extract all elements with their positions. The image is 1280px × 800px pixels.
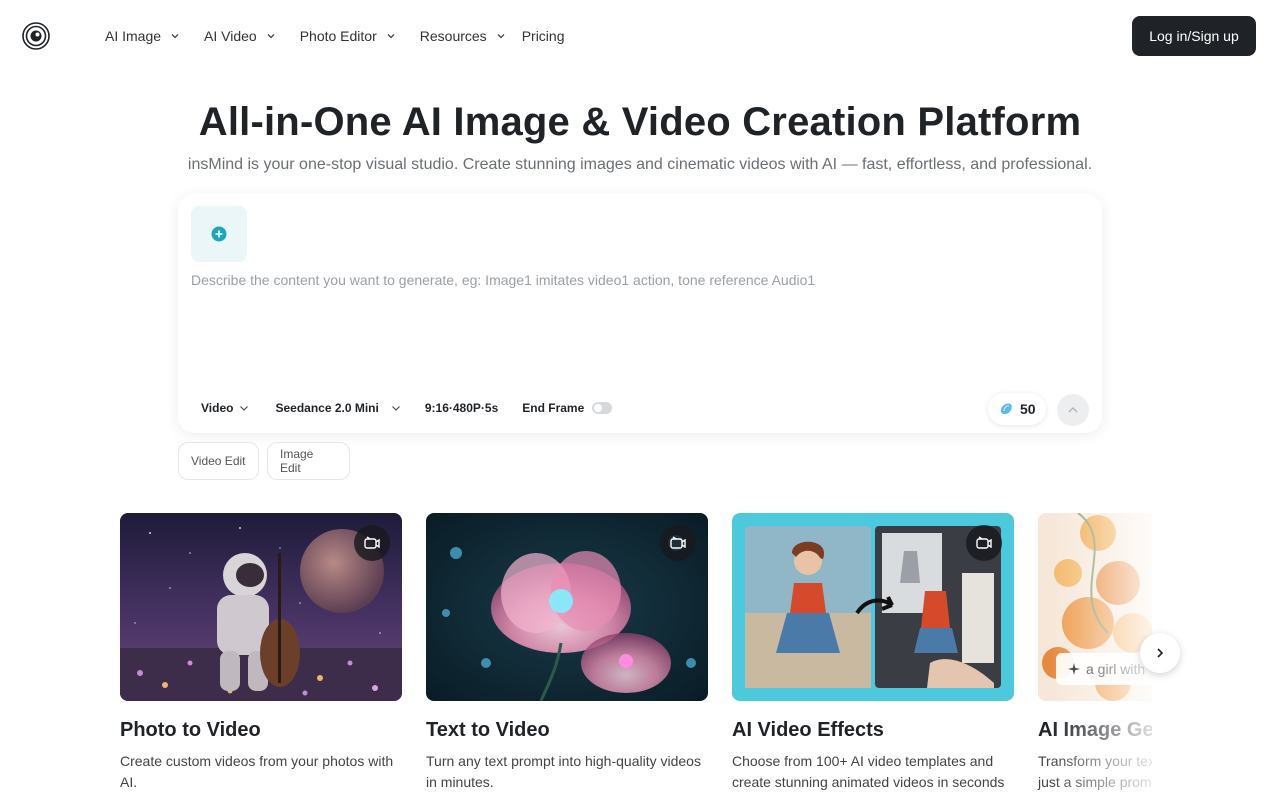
card-title: Photo to Video <box>120 719 261 741</box>
settings-label: 9:16·480P·5s <box>424 401 499 415</box>
card-title: AI Video Effects <box>732 719 884 741</box>
chevron-down-icon <box>240 406 249 411</box>
nav-label: AI Video <box>204 28 257 44</box>
mode-label: Video <box>201 401 234 415</box>
card-description: Transform your text into stunning images… <box>1038 753 1152 790</box>
nav-label: Pricing <box>521 28 565 44</box>
credit-gem-icon <box>1000 403 1012 415</box>
video-badge <box>354 525 390 561</box>
video-clip-icon <box>670 536 686 549</box>
card-title: AI Image Generator <box>1038 719 1152 741</box>
video-badge <box>660 525 696 561</box>
card-ai-image-generator[interactable]: a girl with AI Image Generator Transform… <box>1038 513 1152 800</box>
nav-label: Photo Editor <box>299 28 377 44</box>
prompt-card: Video Seedance 2.0 Mini 9:16·480P·5s End… <box>178 194 1102 433</box>
page-title: All-in-One AI Image & Video Creation Pla… <box>198 100 1082 144</box>
nav-label: Resources <box>419 28 487 44</box>
sample-prompt-text: a girl with <box>1086 661 1146 677</box>
sample-prompt-pill: a girl with <box>1056 653 1152 685</box>
chevron-down-icon <box>391 406 400 411</box>
upload-media-button[interactable] <box>191 206 247 262</box>
mode-select[interactable]: Video <box>201 401 249 415</box>
video-badge <box>966 525 1002 561</box>
nav-pricing[interactable]: Pricing <box>522 28 565 44</box>
nav-resources[interactable]: Resources <box>420 28 506 44</box>
plus-circle-icon <box>211 226 227 242</box>
end-frame-toggle[interactable] <box>592 402 613 414</box>
model-select[interactable]: Seedance 2.0 Mini <box>275 401 400 415</box>
generate-submit-button[interactable] <box>1057 394 1089 426</box>
end-frame-option[interactable]: End Frame <box>522 401 613 415</box>
nav-ai-image[interactable]: AI Image <box>105 28 180 44</box>
nav-label: AI Image <box>105 28 162 44</box>
carousel-next-button[interactable] <box>1140 633 1180 673</box>
ratio-resolution-duration-select[interactable]: 9:16·480P·5s <box>425 401 498 415</box>
nav-photo-editor[interactable]: Photo Editor <box>300 28 396 44</box>
chevron-right-icon <box>1157 648 1164 658</box>
card-title: Text to Video <box>426 719 550 741</box>
card-description: Turn any text prompt into high-quality v… <box>426 753 701 790</box>
insmind-logo-icon[interactable] <box>22 22 50 50</box>
main-nav: AI Image AI Video Photo Editor Resources… <box>105 27 564 45</box>
image-edit-chip[interactable]: Image Edit <box>267 442 350 480</box>
chevron-down-icon <box>171 34 179 39</box>
card-description: Choose from 100+ AI video templates and … <box>732 753 1005 790</box>
nav-ai-video[interactable]: AI Video <box>204 28 276 44</box>
login-signup-button[interactable]: Log in/Sign up <box>1132 16 1256 56</box>
card-description: Create custom videos from your photos wi… <box>120 753 394 790</box>
top-header: AI Image AI Video Photo Editor Resources… <box>0 0 1280 72</box>
page-subtitle: insMind is your one-stop visual studio. … <box>187 156 1093 173</box>
video-clip-icon <box>976 536 992 549</box>
chevron-down-icon <box>267 34 275 39</box>
end-frame-label: End Frame <box>522 401 585 415</box>
card-ai-video-effects[interactable]: AI Video Effects Choose from 100+ AI vid… <box>732 513 1014 800</box>
chevron-down-icon <box>387 34 395 39</box>
card-photo-to-video[interactable]: Photo to Video Create custom videos from… <box>120 513 402 800</box>
chevron-up-icon <box>1068 406 1078 413</box>
chevron-down-icon <box>497 34 505 39</box>
model-label: Seedance 2.0 Mini <box>275 401 379 415</box>
credit-cost-badge: 50 <box>988 393 1046 425</box>
feature-carousel: Photo to Video Create custom videos from… <box>120 513 1152 800</box>
video-edit-chip[interactable]: Video Edit <box>178 442 259 480</box>
sparkle-icon <box>1068 663 1080 675</box>
video-clip-icon <box>364 536 380 549</box>
credit-count: 50 <box>1020 401 1036 417</box>
prompt-input[interactable] <box>191 272 1081 372</box>
generation-options: Video Seedance 2.0 Mini 9:16·480P·5s End… <box>201 401 613 415</box>
card-text-to-video[interactable]: Text to Video Turn any text prompt into … <box>426 513 708 800</box>
